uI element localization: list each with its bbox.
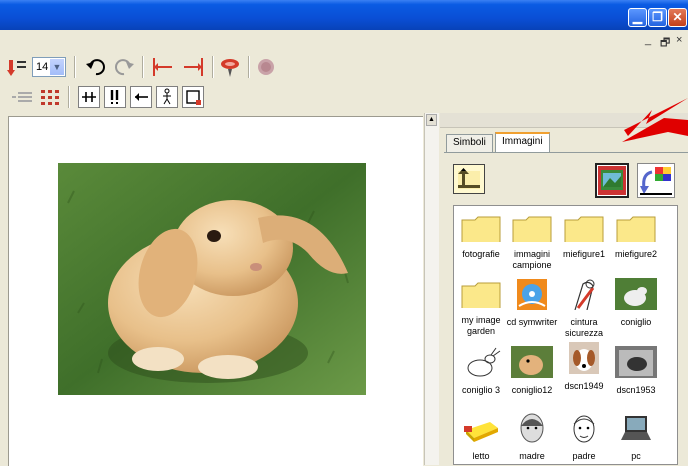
item-label: padre <box>572 451 596 461</box>
rabbit-photo-icon <box>615 278 657 312</box>
list-item[interactable]: miefigure2 <box>610 216 662 260</box>
list-item[interactable]: madre <box>506 412 558 462</box>
item-label: miefigure1 <box>562 249 606 259</box>
image-browser-grid[interactable]: fotografie immagini campione miefigure1 … <box>453 205 678 465</box>
person-icon[interactable] <box>156 86 178 108</box>
list-item[interactable]: miefigure1 <box>558 216 610 260</box>
item-label: miefigure2 <box>614 249 658 259</box>
list-item[interactable]: letto <box>455 412 507 462</box>
emphasis-icon[interactable] <box>104 86 126 108</box>
item-label: pc <box>631 451 641 461</box>
symwriter-cd-icon <box>517 279 547 311</box>
list-item[interactable]: coniglio 3 <box>455 346 507 396</box>
separator <box>248 56 250 78</box>
scroll-up-icon[interactable]: ▲ <box>426 114 437 126</box>
folder-icon <box>512 216 552 244</box>
list-item[interactable]: fotografie <box>455 216 507 260</box>
toolbar-bottom <box>0 82 688 112</box>
font-size-value: 14 <box>36 61 49 73</box>
folder-icon <box>616 216 656 244</box>
import-icon <box>640 167 672 195</box>
vertical-scrollbar[interactable]: ▲ <box>424 113 439 465</box>
speak-icon[interactable] <box>218 55 242 79</box>
item-label: cd symwriter <box>506 317 558 327</box>
list-item[interactable]: coniglio <box>610 278 662 328</box>
toolbar-top: 14 ▼ <box>0 52 688 82</box>
list-item[interactable]: dscn1949 <box>558 342 610 392</box>
list-item[interactable]: immagini campione <box>506 216 558 271</box>
item-label: cintura sicurezza <box>564 317 603 338</box>
list-item[interactable]: coniglio12 <box>506 346 558 396</box>
close-button[interactable]: ✕ <box>668 8 687 27</box>
stop-icon[interactable] <box>256 57 276 77</box>
list-item[interactable]: cd symwriter <box>506 278 558 328</box>
separator <box>212 56 214 78</box>
rabbit-drawing-icon <box>467 347 501 377</box>
item-label: letto <box>472 451 490 461</box>
folder-up-button[interactable] <box>453 164 485 194</box>
font-size-select[interactable]: 14 ▼ <box>32 57 66 77</box>
item-label: madre <box>519 451 545 461</box>
folder-up-icon <box>458 168 480 189</box>
rabbit-image[interactable] <box>58 163 366 395</box>
minimize-button[interactable]: ▁ <box>628 8 647 27</box>
separator <box>68 86 70 108</box>
folder-icon <box>564 216 604 244</box>
indent-left-icon[interactable] <box>150 55 176 79</box>
item-label: dscn1953 <box>616 385 656 395</box>
seatbelt-icon <box>574 279 595 311</box>
list-item[interactable]: dscn1953 <box>610 346 662 396</box>
item-label: coniglio <box>620 317 652 327</box>
title-bar: ▁ ❐ ✕ <box>0 0 688 30</box>
frame-icon[interactable] <box>182 86 204 108</box>
item-label: fotografie <box>462 249 500 259</box>
tab-immagini[interactable]: Immagini <box>495 132 550 152</box>
item-label: coniglio 3 <box>461 385 501 395</box>
mother-icon <box>520 413 544 443</box>
text-direction-icon[interactable] <box>6 56 28 78</box>
red-arrow-annotation <box>622 98 688 142</box>
mdi-restore-icon[interactable]: 🗗 <box>660 34 670 53</box>
maximize-button[interactable]: ❐ <box>648 8 667 27</box>
undo-icon[interactable] <box>84 55 108 79</box>
list-item[interactable]: my image garden <box>455 282 507 337</box>
menu-bar <box>0 30 688 52</box>
rabbit-photo-icon <box>511 346 553 380</box>
item-label: immagini campione <box>512 249 552 270</box>
picture-icon <box>598 166 626 195</box>
arrow-left-icon[interactable] <box>130 86 152 108</box>
list-icon[interactable] <box>10 87 34 107</box>
indent-right-icon[interactable] <box>180 55 206 79</box>
grid-icon[interactable] <box>38 87 62 107</box>
separator <box>74 56 76 78</box>
redo-icon[interactable] <box>112 55 136 79</box>
chevron-down-icon[interactable]: ▼ <box>50 59 64 75</box>
folder-icon <box>461 282 501 310</box>
separator <box>142 56 144 78</box>
dog-photo-icon <box>569 342 599 380</box>
list-item[interactable]: padre <box>558 412 610 462</box>
tab-simboli[interactable]: Simboli <box>446 134 493 152</box>
list-item[interactable]: pc <box>610 412 662 462</box>
mdi-close-icon[interactable]: × <box>676 34 682 46</box>
laptop-icon <box>621 416 651 440</box>
item-label: dscn1949 <box>564 381 604 391</box>
father-icon <box>573 415 595 443</box>
bed-icon <box>464 422 498 442</box>
item-label: my image garden <box>461 315 501 336</box>
item-label: coniglio12 <box>511 385 553 395</box>
photo-icon <box>615 346 657 380</box>
import-button[interactable] <box>637 163 675 198</box>
folder-icon <box>461 216 501 244</box>
list-item[interactable]: cintura sicurezza <box>558 278 610 339</box>
join-icon[interactable] <box>78 86 100 108</box>
image-view-button[interactable] <box>595 163 629 198</box>
mdi-minimize-icon[interactable]: _ <box>645 34 651 46</box>
